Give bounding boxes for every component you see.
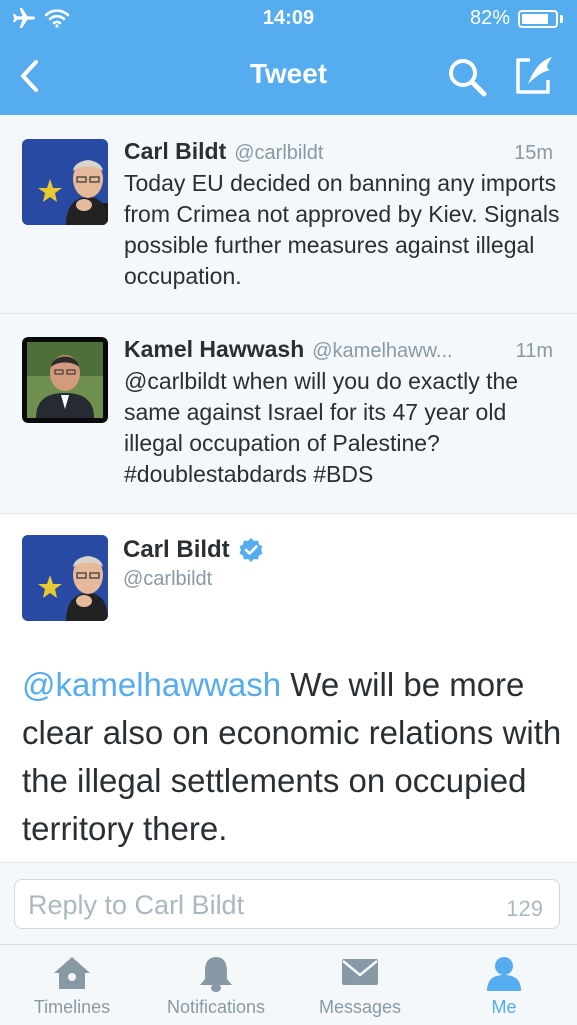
tab-bar: Timelines Notifications Messages Me <box>0 944 577 1025</box>
home-icon <box>54 957 90 989</box>
envelope-icon <box>342 959 378 985</box>
mention-link[interactable]: @kamelhawwash <box>22 666 281 703</box>
avatar[interactable] <box>22 139 108 225</box>
status-bar: 14:09 82% <box>0 0 577 38</box>
tweet-timestamp: 15m <box>514 142 553 164</box>
reply-input[interactable]: Reply to Carl Bildt 129 <box>14 879 560 929</box>
tweet-author-handle[interactable]: @carlbildt <box>234 142 506 165</box>
tweet-author-name[interactable]: Carl Bildt <box>123 536 230 564</box>
tab-me[interactable]: Me <box>432 945 576 1025</box>
tab-label: Me <box>491 997 517 1017</box>
tweet-author-handle[interactable]: @kamelhaww... <box>312 340 507 363</box>
person-icon <box>487 957 521 991</box>
verified-badge-icon <box>239 538 263 562</box>
character-count: 129 <box>506 896 543 921</box>
reply-placeholder: Reply to Carl Bildt <box>28 890 245 920</box>
tweet-author-handle[interactable]: @carlbildt <box>123 568 212 591</box>
tweet-item[interactable]: Kamel Hawwash @kamelhaww... 11m @carlbil… <box>0 314 577 514</box>
app-header: 14:09 82% Tweet <box>0 0 577 115</box>
bell-icon <box>200 957 232 992</box>
tab-label: Notifications <box>166 997 266 1017</box>
search-icon <box>449 59 487 97</box>
main-tweet: Carl Bildt @carlbildt @kamelhawwash We w… <box>0 514 577 862</box>
avatar[interactable] <box>22 535 108 621</box>
nav-bar: Tweet <box>0 38 577 115</box>
tweet-text: @carlbildt when will you do exactly the … <box>124 368 519 487</box>
tab-messages[interactable]: Messages <box>288 945 432 1025</box>
compose-button[interactable] <box>512 54 558 96</box>
reply-bar: Reply to Carl Bildt 129 <box>0 862 577 945</box>
tweet-timestamp: 11m <box>515 340 553 362</box>
search-button[interactable] <box>446 56 488 98</box>
tab-timelines[interactable]: Timelines <box>0 945 144 1025</box>
tab-label: Timelines <box>33 997 111 1017</box>
tweet-author-name[interactable]: Carl Bildt <box>124 138 226 165</box>
tweet-item[interactable]: Carl Bildt @carlbildt 15m Today EU decid… <box>0 116 577 314</box>
battery-percent: 82% <box>469 7 510 29</box>
tab-notifications[interactable]: Notifications <box>144 945 288 1025</box>
compose-icon <box>516 57 552 94</box>
page-title: Tweet <box>249 58 328 89</box>
avatar[interactable] <box>22 337 108 423</box>
battery-icon <box>518 9 558 28</box>
tweet-text: Today EU decided on banning any imports … <box>124 170 560 289</box>
main-tweet-text: @kamelhawwash We will be more clear also… <box>22 661 562 853</box>
tab-label: Messages <box>318 997 402 1017</box>
tweet-author-name[interactable]: Kamel Hawwash <box>124 336 304 363</box>
